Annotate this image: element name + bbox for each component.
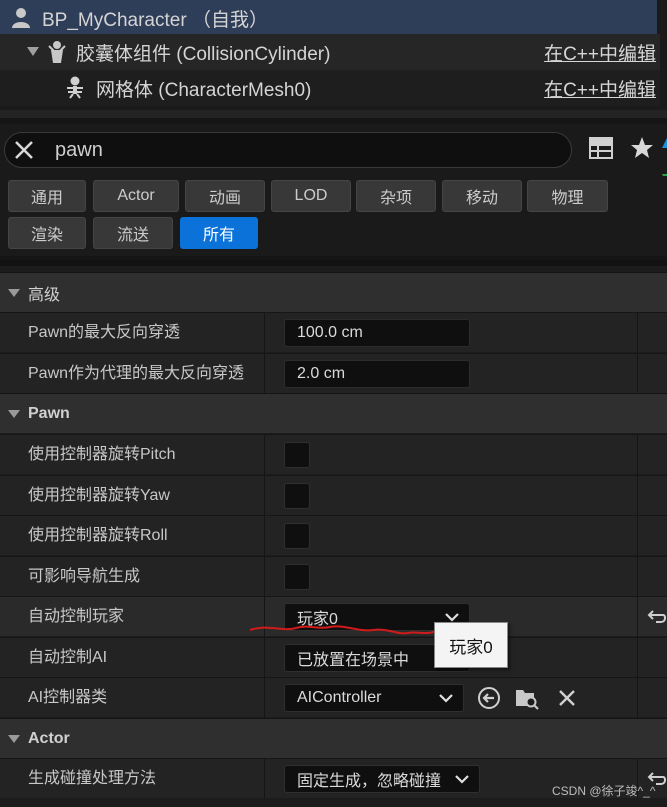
collapse-arrow-icon[interactable] [26,39,40,65]
column-divider[interactable] [264,759,265,799]
filter-streaming[interactable]: 流送 [93,217,173,249]
column-divider [637,476,638,516]
column-divider[interactable] [264,557,265,597]
column-divider [637,516,638,556]
property-row: AI控制器类 AIController [0,677,667,718]
dropdown-value: AIController [297,689,382,706]
browse-folder-icon[interactable] [514,685,540,711]
property-label: AI控制器类 [28,689,108,706]
collapse-arrow-icon[interactable] [0,734,28,744]
column-divider [637,354,638,394]
filter-rendering[interactable]: 渲染 [8,217,86,249]
column-divider[interactable] [264,476,265,516]
column-divider [637,638,638,678]
property-label: 自动控制玩家 [28,608,125,625]
checkbox-affect-navigation[interactable] [284,564,310,590]
user-icon [8,5,34,31]
filter-lod[interactable]: LOD [271,180,351,212]
tree-item-label: 胶囊体组件 (CollisionCylinder) [76,43,331,65]
column-divider[interactable] [264,638,265,678]
column-divider[interactable] [264,678,265,718]
search-bar [0,124,667,184]
category-pawn[interactable]: Pawn [0,393,667,433]
reset-to-default-icon[interactable] [646,607,667,627]
property-row: 可影响导航生成 [0,556,667,597]
tree-divider [0,110,667,118]
column-divider[interactable] [264,516,265,556]
filter-animation[interactable]: 动画 [185,180,265,212]
property-row: 自动控制AI 已放置在场景中 [0,637,667,678]
checkbox-pitch[interactable] [284,442,310,468]
filter-misc[interactable]: 杂项 [356,180,436,212]
numeric-field[interactable]: 2.0 cm [284,360,470,388]
table-view-icon[interactable] [588,136,616,164]
property-row: 使用控制器旋转Roll [0,515,667,556]
category-label: Pawn [28,404,70,422]
collapse-arrow-icon[interactable] [0,409,28,419]
column-divider[interactable] [264,435,265,475]
column-divider [637,313,638,353]
property-row: 使用控制器旋转Yaw [0,475,667,516]
use-selected-icon[interactable] [476,685,502,711]
dropdown-value: 已放置在场景中 [297,652,410,669]
tree-item-label: 网格体 (CharacterMesh0) [96,79,312,101]
property-label: Pawn作为代理的最大反向穿透 [28,365,245,382]
category-advanced[interactable]: 高级 [0,272,667,312]
property-label: 自动控制AI [28,649,108,666]
filter-actor[interactable]: Actor [93,180,179,212]
chevron-down-icon [455,772,469,786]
numeric-field[interactable]: 100.0 cm [284,319,470,347]
category-actor[interactable]: Actor [0,718,667,758]
chevron-down-icon [439,691,453,705]
search-input[interactable] [55,138,535,162]
filter-movement[interactable]: 移动 [442,180,522,212]
filter-physics[interactable]: 物理 [527,180,608,212]
checkbox-yaw[interactable] [284,483,310,509]
annotation-underline [249,625,445,635]
close-icon[interactable] [7,133,41,167]
search-field[interactable] [4,132,572,168]
details-panel: 高级 Pawn的最大反向穿透 100.0 cm Pawn作为代理的最大反向穿透 … [0,260,667,807]
column-divider [637,435,638,475]
collapse-arrow-icon[interactable] [0,288,28,298]
dropdown-value: 固定生成，忽略碰撞 [297,773,442,790]
property-label: 使用控制器旋转Pitch [28,446,176,463]
edit-in-cpp-link[interactable]: 在C++中编辑 [544,75,660,102]
clear-icon[interactable] [554,685,580,711]
filter-all[interactable]: 所有 [180,217,258,249]
property-label: 可影响导航生成 [28,568,141,585]
spawn-collision-dropdown[interactable]: 固定生成，忽略碰撞 [284,765,480,793]
component-tree: BP_MyCharacter （自我） 胶囊体组件 (CollisionCyli… [0,0,667,118]
skeletal-mesh-icon [62,75,88,101]
tree-item-root[interactable]: BP_MyCharacter （自我） [0,0,657,36]
column-divider[interactable] [264,313,265,353]
edit-in-cpp-link[interactable]: 在C++中编辑 [544,39,660,66]
property-row: Pawn的最大反向穿透 100.0 cm [0,312,667,353]
filter-general[interactable]: 通用 [8,180,86,212]
property-row: Pawn作为代理的最大反向穿透 2.0 cm [0,353,667,394]
property-label: 使用控制器旋转Roll [28,527,168,544]
column-divider [637,678,638,718]
category-label: 高级 [28,286,61,304]
star-icon[interactable] [630,136,656,162]
watermark: CSDN @徐子竣^_^ [552,784,656,798]
ai-controller-class-dropdown[interactable]: AIController [284,684,464,712]
tooltip: 玩家0 [434,622,508,668]
capsule-icon [44,39,70,65]
category-filters: 通用 Actor 动画 LOD 杂项 移动 物理 渲染 流送 所有 [0,176,667,256]
property-label: 使用控制器旋转Yaw [28,487,170,504]
property-row: 使用控制器旋转Pitch [0,434,667,475]
property-label: 生成碰撞处理方法 [28,770,157,787]
column-divider [637,557,638,597]
checkbox-roll[interactable] [284,523,310,549]
tree-item-capsule[interactable]: 胶囊体组件 (CollisionCylinder) 在C++中编辑 [0,34,660,70]
tree-item-mesh[interactable]: 网格体 (CharacterMesh0) 在C++中编辑 [0,70,660,106]
column-divider[interactable] [264,354,265,394]
tree-item-label: BP_MyCharacter （自我） [42,9,268,31]
property-label: Pawn的最大反向穿透 [28,324,181,341]
category-label: Actor [28,729,70,747]
column-divider [637,597,638,637]
